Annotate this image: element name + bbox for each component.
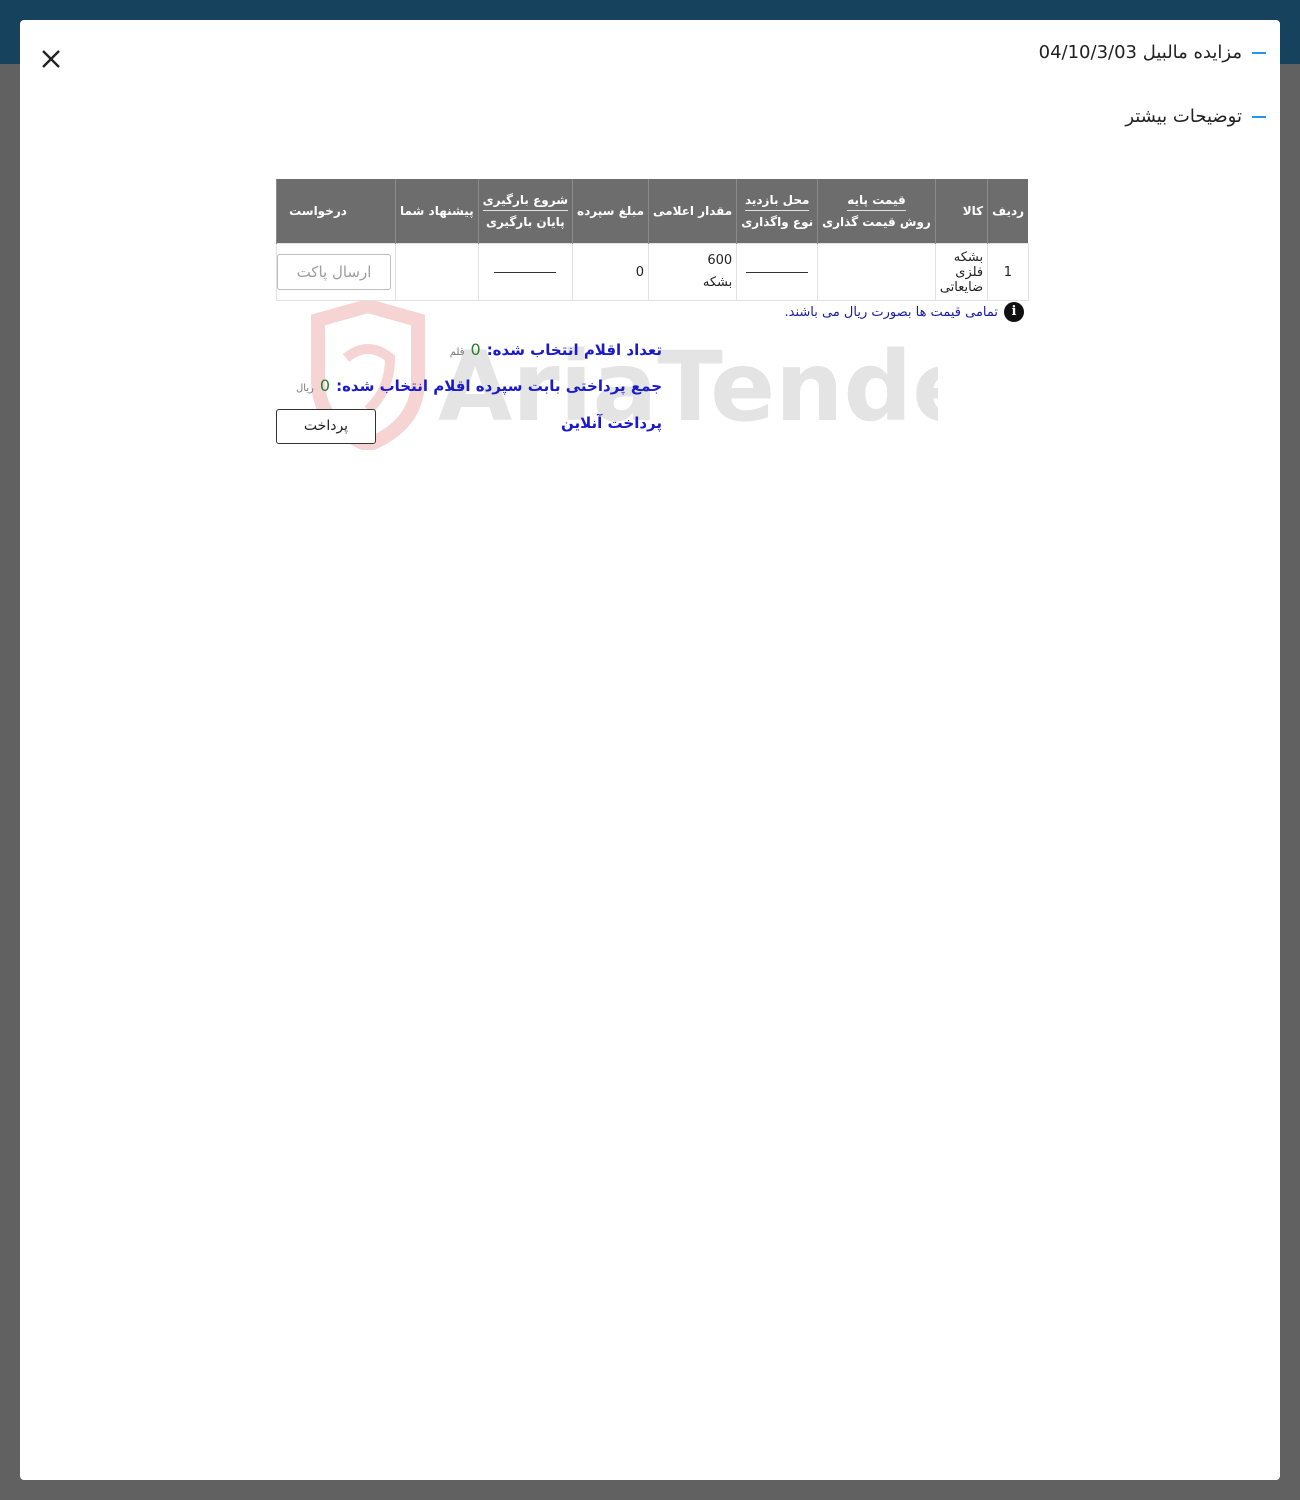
col-loading: شروع بارگیری پایان بارگیری: [477, 179, 573, 244]
auction-title-toggle[interactable]: مزایده مالبیل 04/10/3/03: [1039, 42, 1266, 63]
col-row: ردیف: [987, 179, 1029, 244]
cell-loading: [477, 243, 574, 301]
cell-base-price: [817, 243, 936, 301]
cell-request: ارسال پاکت: [276, 243, 396, 301]
col-base-price: قیمت پایه روش قیمت گذاری: [817, 179, 936, 244]
total-deposit-unit: ریال: [295, 383, 314, 394]
selected-items-unit: قلم: [449, 347, 465, 358]
cell-deposit: 0: [571, 243, 650, 301]
auction-details-modal: مزایده مالبیل 04/10/3/03 توضیحات بیشتر A…: [20, 20, 1280, 1480]
cell-your-offer: [395, 243, 479, 301]
visit-place-label: محل بازدید: [744, 193, 810, 211]
selected-items-summary: تعداد اقلام انتخاب شده: 0 قلم: [450, 340, 662, 359]
pricing-method-label: روش قیمت گذاری: [822, 215, 931, 229]
close-icon[interactable]: [38, 46, 64, 72]
more-details-label: توضیحات بیشتر: [1125, 106, 1242, 127]
col-deposit: مبلغ سپرده: [571, 179, 649, 244]
total-deposit-summary: جمع پرداختی بابت سپرده اقلام انتخاب شده:…: [296, 376, 662, 395]
auction-title: مزایده مالبیل 04/10/3/03: [1038, 42, 1242, 63]
cell-announced-qty: 600 بشکه: [648, 243, 738, 301]
cell-item: بشکه فلزی ضایعاتی: [934, 243, 989, 301]
col-your-offer: پیشنهاد شما: [395, 179, 479, 244]
total-deposit-value: 0: [319, 376, 331, 395]
col-request: درخواست: [276, 179, 396, 244]
cell-visit-place: [736, 243, 819, 301]
pay-button[interactable]: پرداخت: [276, 409, 376, 444]
loading-end-label: پایان بارگیری: [485, 215, 565, 229]
collapse-dash-icon: [1252, 51, 1266, 54]
assignment-type-label: نوع واگذاری: [741, 215, 814, 229]
loading-start-label: شروع بارگیری: [482, 193, 568, 211]
currency-note: i تمامی قیمت ها بصورت ریال می باشند.: [784, 302, 1024, 322]
qty-unit: بشکه: [702, 275, 733, 290]
empty-value-line: [494, 271, 557, 273]
col-visit-place: محل بازدید نوع واگذاری: [736, 179, 818, 244]
info-icon: i: [1004, 302, 1024, 322]
total-deposit-label: جمع پرداختی بابت سپرده اقلام انتخاب شده:: [336, 377, 662, 395]
online-payment-link[interactable]: پرداخت آنلاین: [561, 414, 662, 432]
currency-note-text: تمامی قیمت ها بصورت ریال می باشند.: [784, 304, 999, 320]
col-item: کالا: [934, 179, 988, 244]
selected-items-label: تعداد اقلام انتخاب شده:: [486, 341, 662, 359]
table-header-row: ردیف کالا قیمت پایه روش قیمت گذاری محل ب…: [276, 179, 1029, 244]
send-envelope-button[interactable]: ارسال پاکت: [277, 254, 391, 290]
col-announced-qty: مقدار اعلامی: [648, 179, 737, 244]
auction-items-table: ردیف کالا قیمت پایه روش قیمت گذاری محل ب…: [276, 179, 1029, 301]
qty-value: 600: [707, 253, 733, 268]
base-price-label: قیمت پایه: [847, 193, 906, 211]
more-details-toggle[interactable]: توضیحات بیشتر: [1125, 106, 1266, 127]
table-row: 1 بشکه فلزی ضایعاتی 600 بشکه 0 ارسال پاک…: [276, 243, 1029, 301]
cell-row: 1: [987, 243, 1029, 301]
empty-value-line: [746, 271, 809, 273]
selected-items-count: 0: [470, 340, 481, 359]
collapse-dash-icon: [1252, 115, 1266, 118]
